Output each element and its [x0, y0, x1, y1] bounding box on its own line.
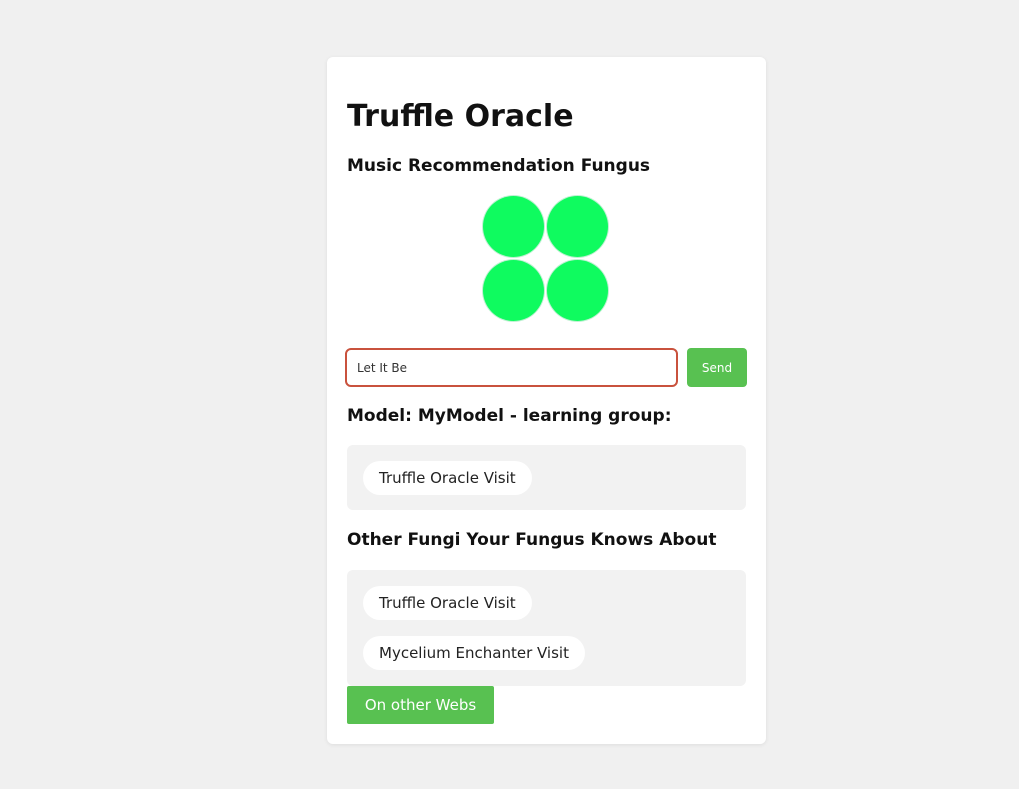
other-link-truffle-oracle[interactable]: Truffle Oracle Visit [363, 586, 532, 620]
other-webs-button[interactable]: On other Webs [347, 686, 494, 724]
logo-dot [483, 260, 544, 321]
fungus-logo-icon [483, 196, 610, 323]
other-fungi-links-box: Truffle Oracle Visit Mycelium Enchanter … [347, 570, 746, 686]
send-button[interactable]: Send [687, 348, 747, 387]
model-heading: Model: MyModel - learning group: [347, 406, 672, 426]
model-links-box: Truffle Oracle Visit [347, 445, 746, 510]
song-input-row: Send [345, 348, 747, 387]
page-subtitle: Music Recommendation Fungus [347, 156, 651, 176]
model-link-truffle-oracle[interactable]: Truffle Oracle Visit [363, 461, 532, 495]
logo-dot [547, 260, 608, 321]
other-link-mycelium-enchanter[interactable]: Mycelium Enchanter Visit [363, 636, 585, 670]
song-input[interactable] [345, 348, 678, 387]
logo-dot [547, 196, 608, 257]
main-card: Truffle Oracle Music Recommendation Fung… [327, 57, 766, 744]
other-fungi-heading: Other Fungi Your Fungus Knows About [347, 530, 717, 550]
page-title: Truffle Oracle [347, 99, 574, 134]
logo-dot [483, 196, 544, 257]
